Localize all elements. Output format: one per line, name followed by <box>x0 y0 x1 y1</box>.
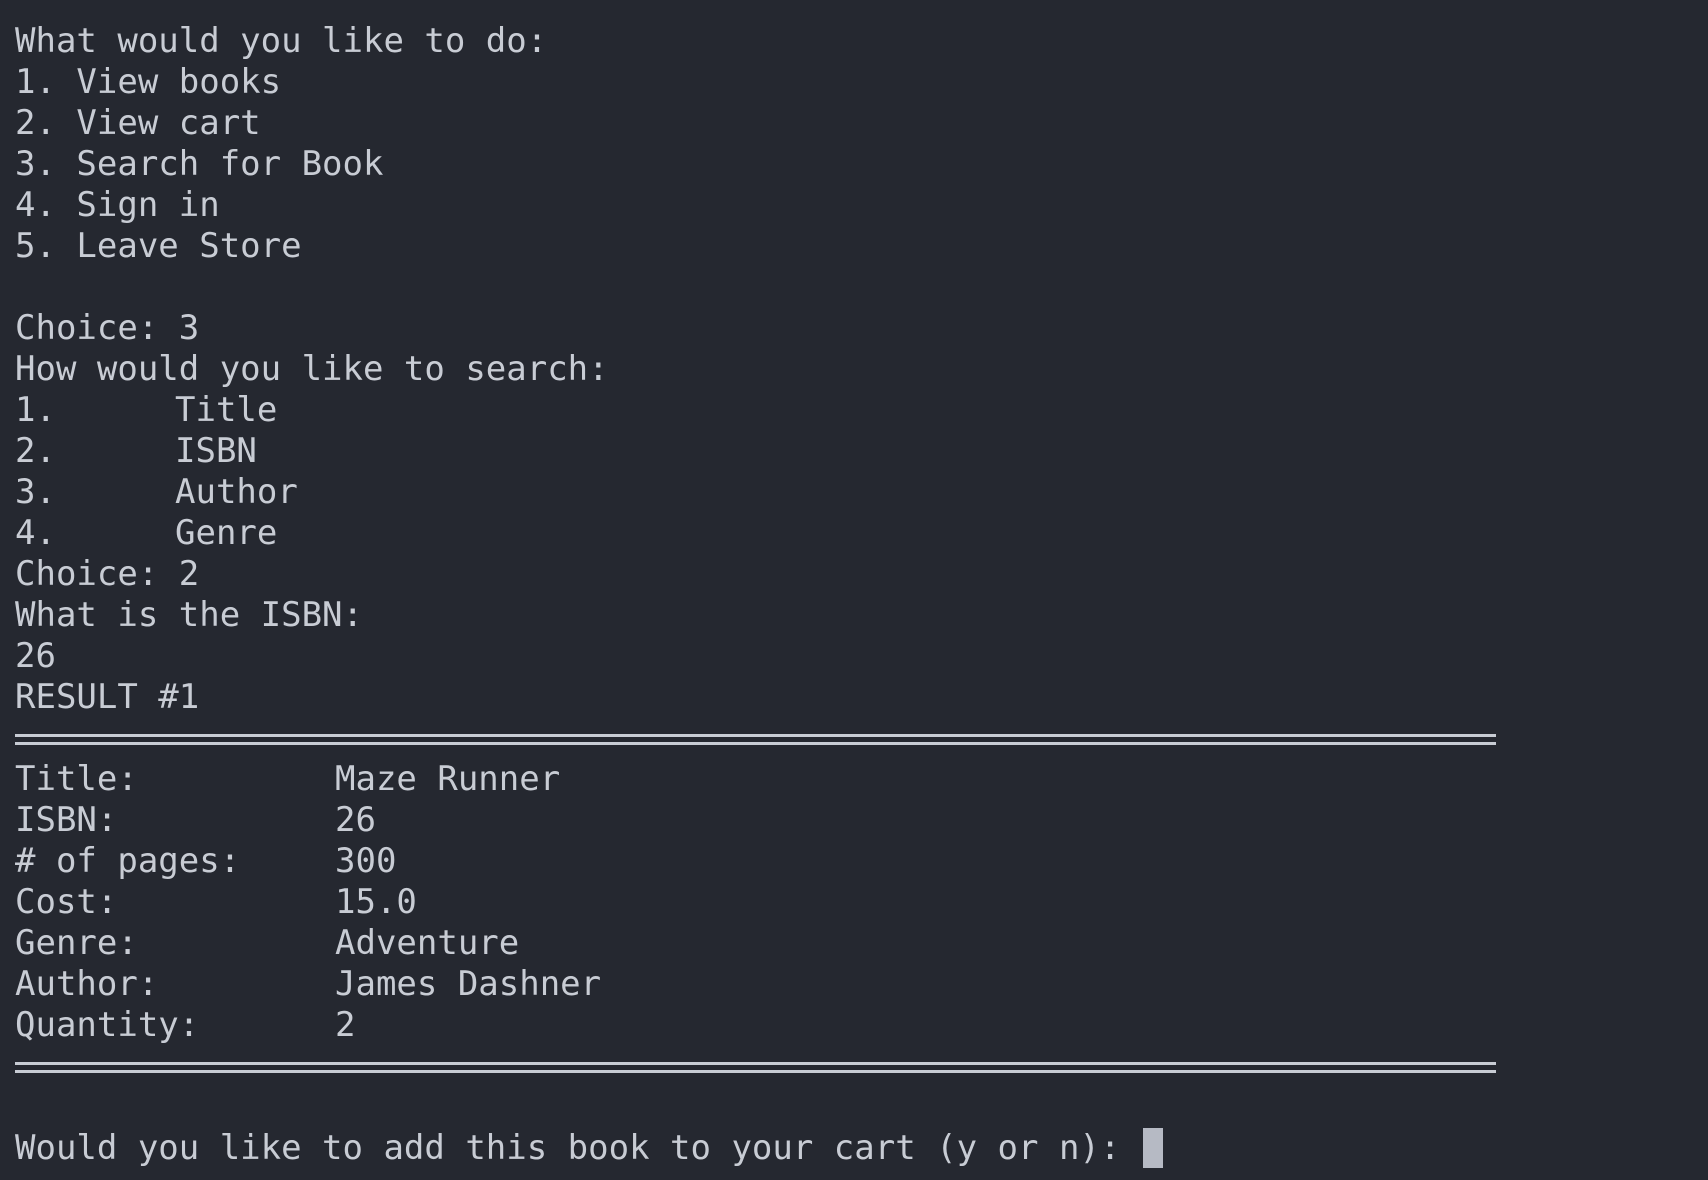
book-field-label: Genre: <box>15 923 138 963</box>
search-option-label: Author <box>175 472 298 512</box>
book-field-label: # of pages: <box>15 841 241 881</box>
book-field-value: Adventure <box>335 923 520 963</box>
search-option-number: 2. <box>15 431 56 471</box>
book-field-row: Cost: 15.0 <box>15 882 1708 923</box>
main-menu-option: 4. Sign in <box>15 185 220 225</box>
book-field-label: ISBN: <box>15 800 118 840</box>
book-field-value: 15.0 <box>335 882 417 922</box>
main-menu-option: 1. View books <box>15 62 282 102</box>
search-menu-prompt: How would you like to search: <box>15 349 609 389</box>
book-field-value: Maze Runner <box>335 759 561 799</box>
isbn-prompt: What is the ISBN: <box>15 595 363 635</box>
book-field-row: Quantity: 2 <box>15 1005 1708 1046</box>
search-option-label: ISBN <box>175 431 257 471</box>
search-option: 4. Genre <box>15 513 1708 554</box>
search-option-label: Title <box>175 390 278 430</box>
search-option: 3. Author <box>15 472 1708 513</box>
double-rule-divider <box>15 1046 1708 1087</box>
search-option: 1. Title <box>15 390 1708 431</box>
text-cursor[interactable] <box>1142 1128 1163 1168</box>
double-rule-divider <box>15 718 1708 759</box>
result-header: RESULT #1 <box>15 677 200 717</box>
terminal-window[interactable]: What would you like to do: 1. View books… <box>0 0 1708 1180</box>
book-field-row: Title: Maze Runner <box>15 759 1708 800</box>
main-menu-option: 5. Leave Store <box>15 226 302 266</box>
book-field-value: 26 <box>335 800 376 840</box>
book-field-label: Title: <box>15 759 138 799</box>
book-field-row: # of pages: 300 <box>15 841 1708 882</box>
choice-line: Choice: 2 <box>15 554 200 594</box>
book-field-label: Author: <box>15 964 159 1004</box>
search-option-number: 4. <box>15 513 56 553</box>
add-to-cart-prompt: Would you like to add this book to your … <box>15 1128 1141 1168</box>
book-field-row: ISBN: 26 <box>15 800 1708 841</box>
main-menu-option: 3. Search for Book <box>15 144 384 184</box>
isbn-input-echo: 26 <box>15 636 56 676</box>
book-field-row: Genre: Adventure <box>15 923 1708 964</box>
search-option-number: 1. <box>15 390 56 430</box>
search-option: 2. ISBN <box>15 431 1708 472</box>
choice-line: Choice: 3 <box>15 308 200 348</box>
book-field-label: Cost: <box>15 882 118 922</box>
search-option-label: Genre <box>175 513 278 553</box>
book-field-label: Quantity: <box>15 1005 200 1045</box>
book-field-value: James Dashner <box>335 964 602 1004</box>
book-field-value: 300 <box>335 841 397 881</box>
input-line[interactable]: Would you like to add this book to your … <box>15 1128 1708 1169</box>
main-menu-option: 2. View cart <box>15 103 261 143</box>
main-menu-prompt: What would you like to do: <box>15 21 548 61</box>
book-field-row: Author: James Dashner <box>15 964 1708 1005</box>
book-field-value: 2 <box>335 1005 356 1045</box>
search-option-number: 3. <box>15 472 56 512</box>
